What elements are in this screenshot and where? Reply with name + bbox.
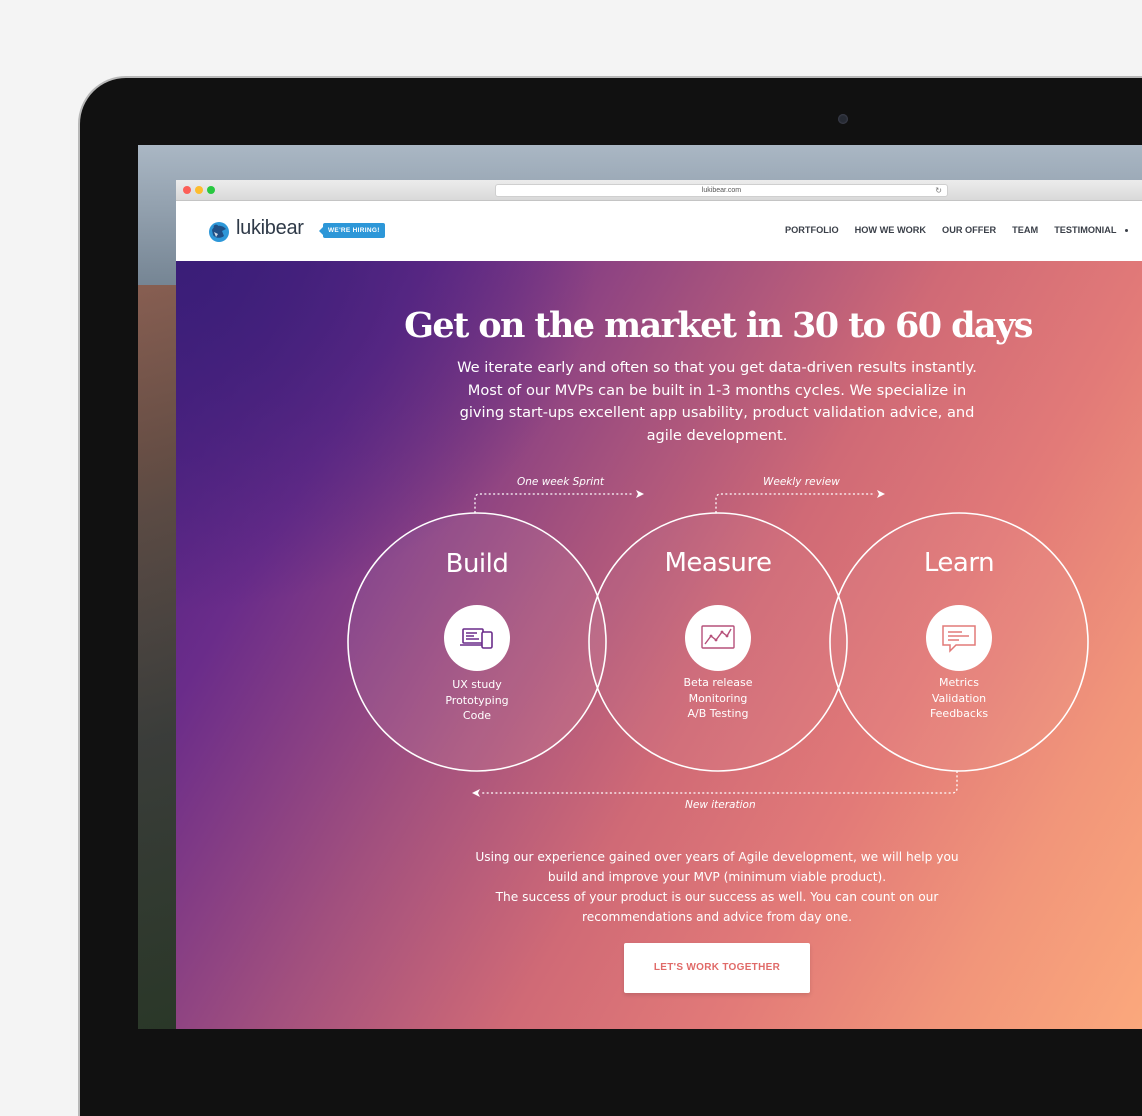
build-item: Code bbox=[462, 709, 492, 722]
sprint-arrowhead bbox=[636, 490, 644, 498]
measure-icon-disc bbox=[685, 605, 751, 671]
nav-item-testimonial[interactable]: TESTIMONIAL bbox=[1054, 225, 1116, 235]
minimize-window-button[interactable] bbox=[195, 186, 203, 194]
zoom-window-button[interactable] bbox=[207, 186, 215, 194]
learn-icon-disc bbox=[926, 605, 992, 671]
nav-more-dot[interactable] bbox=[1125, 229, 1128, 232]
chat-icon bbox=[942, 625, 976, 653]
hero-section: Get on the market in 30 to 60 days We it… bbox=[176, 261, 1142, 1029]
learn-title: Learn bbox=[923, 548, 995, 578]
camera-icon bbox=[838, 114, 848, 124]
review-arrowhead bbox=[877, 490, 885, 498]
nav-item-team[interactable]: TEAM bbox=[1012, 225, 1038, 235]
measure-item: A/B Testing bbox=[687, 707, 749, 720]
sprint-arrow-path bbox=[474, 493, 634, 513]
reload-icon[interactable]: ↻ bbox=[935, 185, 942, 196]
nav-item-our-offer[interactable]: OUR OFFER bbox=[942, 225, 996, 235]
hero-outro: Using our experience gained over years o… bbox=[466, 847, 968, 927]
review-label: Weekly review bbox=[763, 476, 840, 488]
hiring-badge[interactable]: WE'RE HIRING! bbox=[319, 223, 385, 238]
review-arrow-path bbox=[715, 493, 875, 513]
build-title: Build bbox=[445, 549, 509, 579]
build-icon-disc bbox=[444, 605, 510, 671]
site-header: lukibear WE'RE HIRING! PORTFOLIO HOW WE … bbox=[176, 201, 1142, 261]
url-text: lukibear.com bbox=[701, 187, 742, 194]
close-window-button[interactable] bbox=[183, 186, 191, 194]
browser-toolbar: lukibear.com ↻ bbox=[176, 180, 1142, 201]
sprint-label: One week Sprint bbox=[517, 476, 604, 488]
measure-title: Measure bbox=[664, 548, 773, 578]
logo-wordmark[interactable]: lukibear bbox=[236, 217, 304, 240]
learn-items: Metrics Validation Feedbacks bbox=[839, 675, 1079, 722]
nav-item-portfolio[interactable]: PORTFOLIO bbox=[785, 225, 839, 235]
measure-item: Monitoring bbox=[688, 691, 748, 705]
learn-item: Metrics bbox=[939, 676, 979, 689]
main-nav: PORTFOLIO HOW WE WORK OUR OFFER TEAM TES… bbox=[785, 225, 1132, 235]
build-items: UX study Prototyping Code bbox=[357, 677, 597, 724]
build-item: Prototyping bbox=[445, 693, 509, 707]
iteration-label: New iteration bbox=[685, 799, 756, 811]
nav-item-how-we-work[interactable]: HOW WE WORK bbox=[855, 225, 926, 235]
outro-paragraph: The success of your product is our succe… bbox=[495, 890, 939, 924]
iteration-arrowhead bbox=[472, 789, 480, 797]
address-bar[interactable]: lukibear.com ↻ bbox=[495, 184, 948, 197]
measure-items: Beta release Monitoring A/B Testing bbox=[598, 675, 838, 722]
build-item: UX study bbox=[452, 678, 502, 691]
measure-item: Beta release bbox=[683, 676, 753, 689]
iteration-arrow-path bbox=[482, 771, 958, 794]
learn-item: Validation bbox=[931, 691, 987, 705]
learn-item: Feedbacks bbox=[929, 707, 989, 720]
browser-window: lukibear.com ↻ lukibear WE'RE HIRING! PO… bbox=[176, 180, 1142, 1029]
lets-work-together-button[interactable]: LET'S WORK TOGETHER bbox=[624, 943, 810, 993]
devices-icon bbox=[460, 628, 493, 649]
chart-icon bbox=[701, 625, 735, 649]
bear-logo-icon[interactable] bbox=[208, 221, 230, 243]
outro-paragraph: Using our experience gained over years o… bbox=[475, 850, 959, 884]
